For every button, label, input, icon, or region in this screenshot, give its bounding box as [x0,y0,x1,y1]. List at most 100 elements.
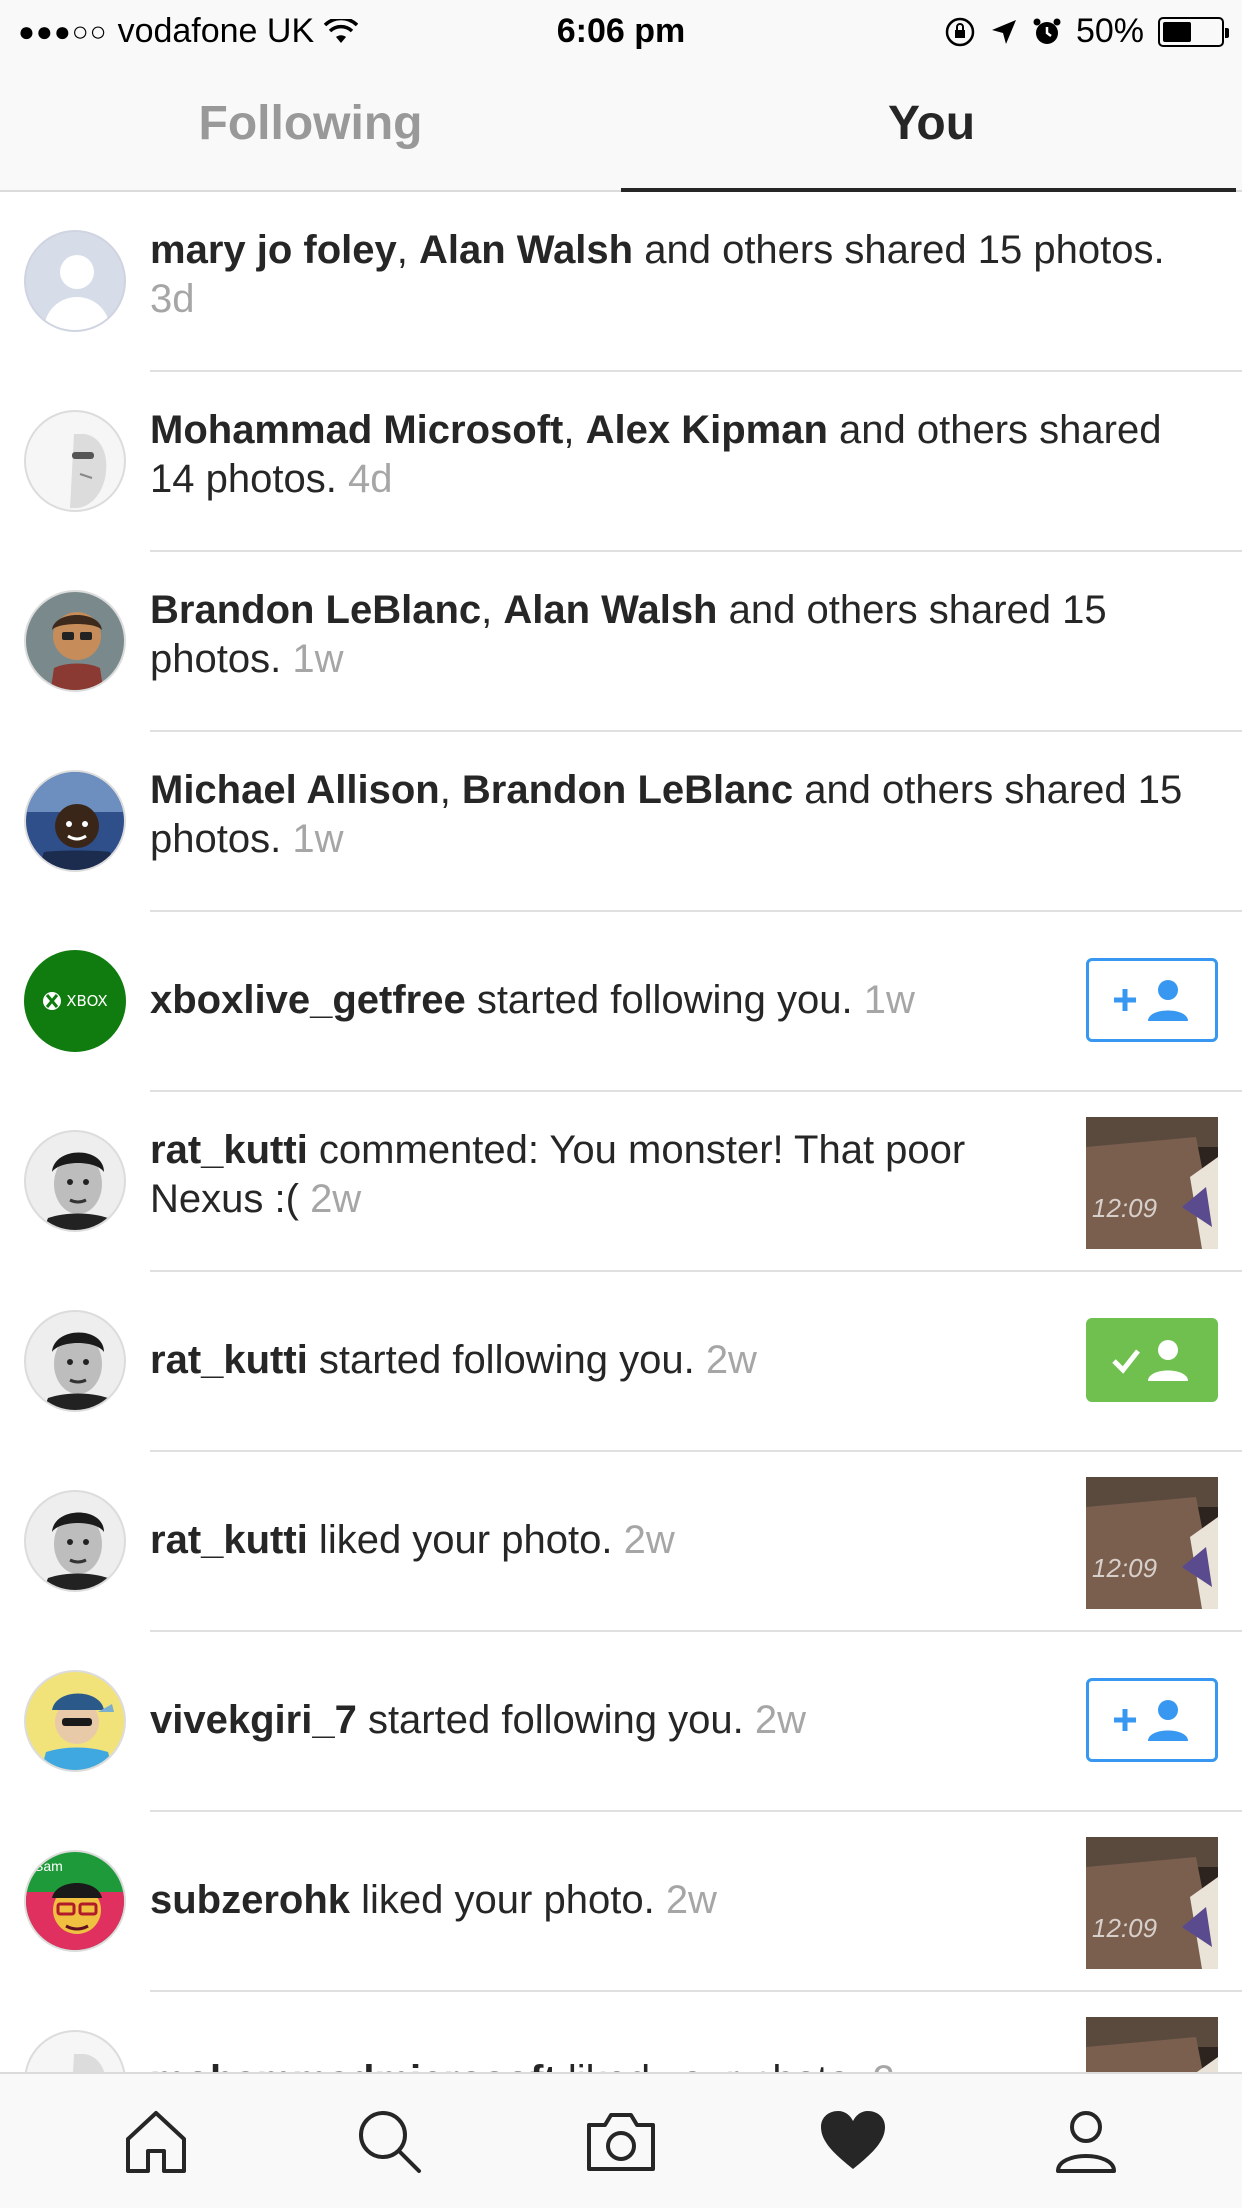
action-text: liked your photo. [557,2058,862,2072]
battery-icon [1158,16,1229,47]
profile-icon [1055,2111,1116,2173]
follow-button[interactable] [1086,1678,1218,1762]
list-item[interactable]: mohammadmicrosoft liked your photo. 2w [0,1992,1242,2072]
separator: , [563,408,586,452]
timestamp: 2w [754,1698,806,1742]
timestamp: 1w [863,978,915,1022]
username[interactable]: rat_kutti [150,1338,308,1382]
username[interactable]: mary jo foley [150,228,397,272]
username[interactable]: Brandon LeBlanc [150,588,481,632]
list-item[interactable]: rat_kutti liked your photo. 2w 12:09 [0,1452,1242,1632]
timestamp: 2w [310,1177,362,1221]
notification-text: vivekgiri_7 started following you. 2w [150,1696,1072,1745]
list-item[interactable]: vivekgiri_7 started following you. 2w [0,1632,1242,1812]
avatar-label: Sam [34,1858,63,1874]
home-icon [126,2111,187,2173]
username[interactable]: Alan Walsh [419,228,633,272]
battery-percent: 50% [1075,12,1144,50]
username[interactable]: rat_kutti [150,1128,308,1172]
list-item[interactable]: mary jo foley, Alan Walsh and others sha… [0,192,1242,372]
notification-text: rat_kutti liked your photo. 2w [150,1516,1072,1565]
notification-text: xboxlive_getfree started following you. … [150,976,1072,1025]
username[interactable]: Brandon LeBlanc [462,768,793,812]
camera-icon [586,2113,655,2171]
activity-feed: mary jo foley, Alan Walsh and others sha… [0,192,1242,2072]
post-thumbnail[interactable]: 12:09 [1086,1117,1218,1249]
bottom-nav [0,2072,1242,2208]
add-user-icon [1114,980,1188,1021]
timestamp: 4d [347,457,393,501]
timestamp: 2w [873,2058,924,2072]
avatar[interactable] [24,1670,126,1772]
list-item[interactable]: rat_kutti commented: You monster! That p… [0,1092,1242,1272]
thumbnail-time: 12:09 [1092,1193,1158,1223]
avatar[interactable] [24,1310,126,1412]
avatar-label: XBOX [66,992,108,1010]
user-check-icon [1112,1340,1188,1381]
avatar[interactable] [24,1130,126,1232]
location-arrow-icon [991,19,1016,44]
action-text: started following you. [465,978,853,1022]
timestamp: 2w [623,1518,675,1562]
list-item[interactable]: XBOX xboxlive_getfree started following … [0,912,1242,1092]
list-item[interactable]: Sam subzerohk liked your photo. 2w 12:09 [0,1812,1242,1992]
list-item[interactable]: Mohammad Microsoft, Alex Kipman and othe… [0,372,1242,552]
nav-home[interactable] [106,2091,206,2191]
tab-following[interactable]: Following [0,62,621,190]
separator: , [396,228,419,272]
username[interactable]: subzerohk [150,1878,350,1922]
action-text: liked your photo. [307,1518,613,1562]
list-item[interactable]: rat_kutti started following you. 2w [0,1272,1242,1452]
notification-text: rat_kutti started following you. 2w [150,1336,1072,1385]
username[interactable]: Alan Walsh [503,588,717,632]
nav-search[interactable] [339,2091,439,2191]
notification-text: Brandon LeBlanc, Alan Walsh and others s… [150,586,1212,684]
tab-you[interactable]: You [621,62,1242,192]
timestamp: 2w [665,1878,717,1922]
status-bar: ●●●○○ vodafone UK 6:06 pm 50% [0,0,1242,62]
list-item[interactable]: Michael Allison, Brandon LeBlanc and oth… [0,732,1242,912]
follow-button[interactable] [1086,958,1218,1042]
list-item[interactable]: Brandon LeBlanc, Alan Walsh and others s… [0,552,1242,732]
notification-text: mohammadmicrosoft liked your photo. 2w [150,2056,1072,2072]
thumbnail-time: 12:09 [1092,1913,1158,1943]
nav-profile[interactable] [1036,2091,1136,2191]
xbox-logo-icon [43,992,62,1010]
action-text: liked your photo. [350,1878,655,1922]
username[interactable]: Michael Allison [150,768,440,812]
avatar[interactable] [24,2030,126,2072]
timestamp: 1w [292,817,344,861]
notification-text: rat_kutti commented: You monster! That p… [150,1126,1072,1224]
username[interactable]: vivekgiri_7 [150,1698,357,1742]
notification-text: Mohammad Microsoft, Alex Kipman and othe… [150,406,1212,504]
username[interactable]: xboxlive_getfree [150,978,466,1022]
username[interactable]: rat_kutti [150,1518,308,1562]
add-user-icon [1114,1700,1188,1741]
following-button[interactable] [1086,1318,1218,1402]
avatar[interactable]: XBOX [24,950,126,1052]
post-thumbnail[interactable]: 12:09 [1086,1477,1218,1609]
timestamp: 3d [150,277,195,321]
avatar[interactable]: Sam [24,1850,126,1952]
nav-camera[interactable] [571,2091,671,2191]
separator: , [439,768,462,812]
notification-text: mary jo foley, Alan Walsh and others sha… [150,226,1212,324]
search-icon [358,2111,421,2173]
separator: , [481,588,504,632]
avatar[interactable] [24,410,126,512]
username[interactable]: mohammadmicrosoft [150,2058,557,2072]
timestamp: 1w [292,637,344,681]
rotation-lock-icon [945,17,975,46]
avatar[interactable] [24,590,126,692]
post-thumbnail[interactable] [1086,2017,1218,2072]
nav-activity[interactable] [803,2091,903,2191]
username[interactable]: Mohammad Microsoft [150,408,563,452]
avatar[interactable] [24,770,126,872]
avatar[interactable] [24,230,126,332]
action-text: started following you. [356,1698,744,1742]
activity-tabs: Following You [0,62,1242,192]
avatar[interactable] [24,1490,126,1592]
username[interactable]: Alex Kipman [586,408,828,452]
post-thumbnail[interactable]: 12:09 [1086,1837,1218,1969]
action-text: started following you. [307,1338,695,1382]
